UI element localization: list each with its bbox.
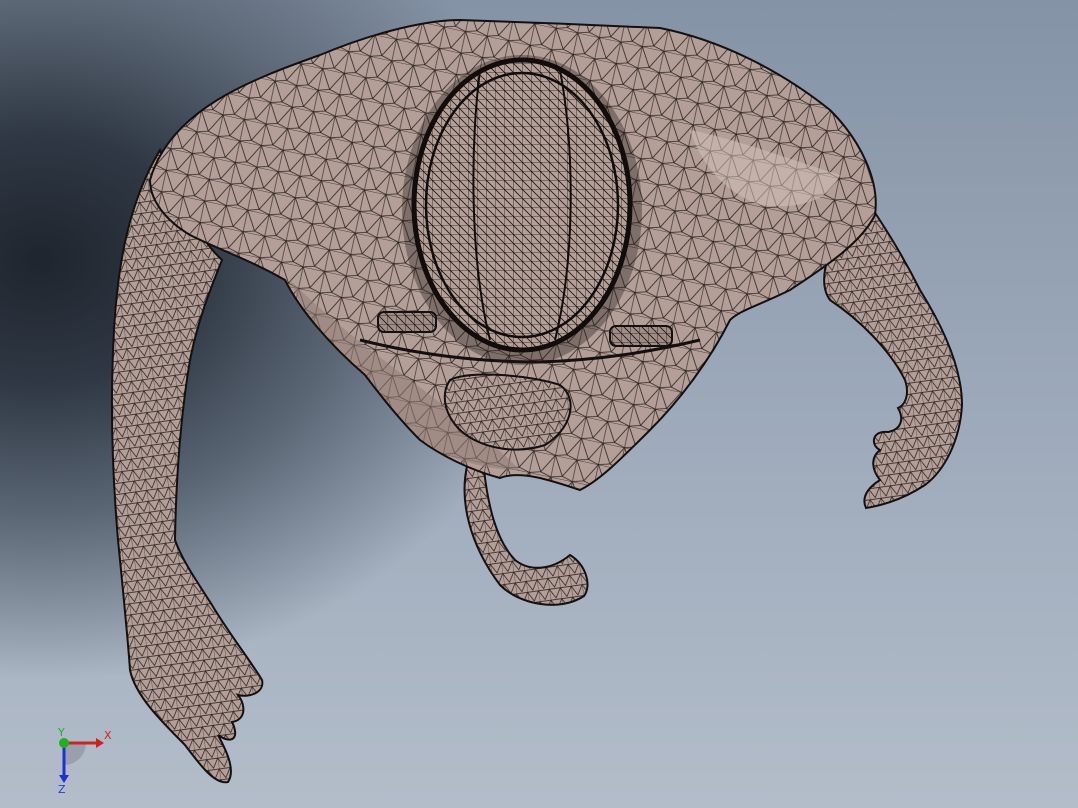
y-axis-label: Y (57, 726, 65, 739)
head-mesh (402, 55, 642, 365)
z-axis-head (59, 775, 69, 783)
z-axis-label: Z (58, 783, 66, 795)
x-axis-head (96, 738, 104, 748)
graphics-viewport[interactable]: X Y Z (0, 0, 1078, 808)
model-wireframe[interactable] (0, 0, 1078, 808)
x-axis-label: X (104, 729, 112, 742)
y-axis-dot (59, 738, 69, 748)
reference-triad[interactable]: X Y Z (40, 725, 130, 795)
